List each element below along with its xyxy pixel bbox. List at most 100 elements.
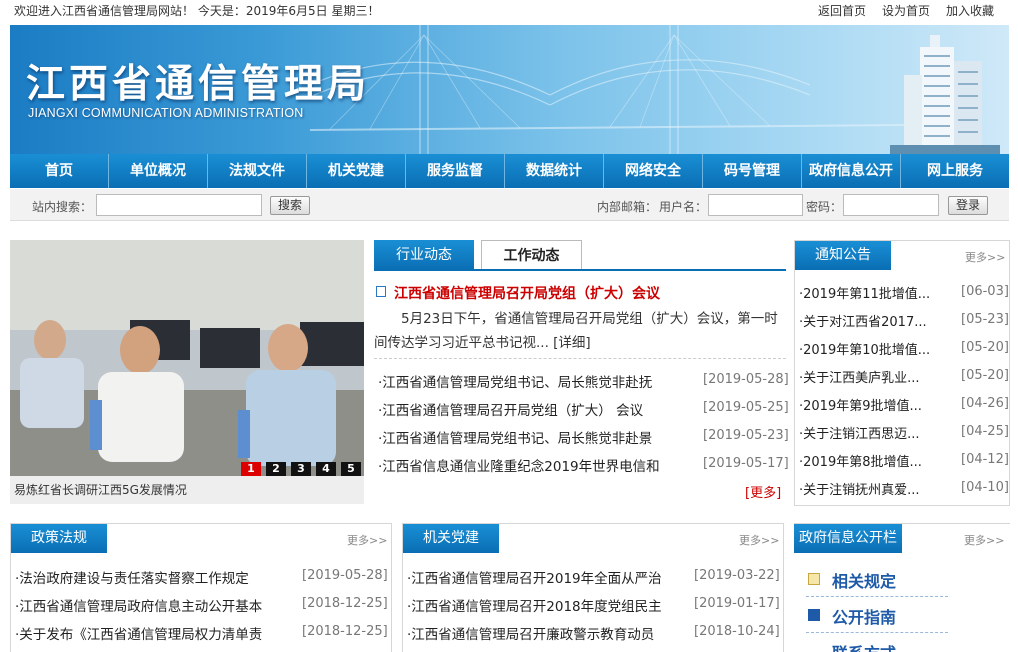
slide-5[interactable]: 5 xyxy=(341,462,361,476)
top-bar: 欢迎进入江西省通信管理局网站！ 今天是：2019年6月5日 星期三！ 返回首页 … xyxy=(0,0,1018,22)
login-button[interactable]: 登录 xyxy=(948,196,988,215)
slide-2[interactable]: 2 xyxy=(266,462,286,476)
news-more-link[interactable]: [更多] xyxy=(745,482,781,501)
tab-underline xyxy=(374,269,786,271)
notice-date: [05-20] xyxy=(961,340,1009,355)
gov-item-contact[interactable]: 联系方式 xyxy=(832,640,896,652)
party-item[interactable]: ·江西省通信管理局召开廉政警示教育动员 xyxy=(407,623,654,643)
policy-item[interactable]: ·法治政府建设与责任落实督察工作规定 xyxy=(15,567,249,587)
notice-item[interactable]: ·2019年第9批增值... xyxy=(799,395,922,414)
notice-item[interactable]: ·关于注销抚州真爱... xyxy=(799,479,920,498)
policy-item[interactable]: ·关于发布《江西省通信管理局权力清单责 xyxy=(15,623,262,643)
headline-summary[interactable]: 5月23日下午，省通信管理局召开局党组（扩大）会议，第一时间传达学习习近平总书记… xyxy=(374,307,784,355)
divider xyxy=(806,632,948,633)
nav-gov-info[interactable]: 政府信息公开 xyxy=(802,154,901,188)
book-icon xyxy=(808,609,820,621)
password-input[interactable] xyxy=(843,194,939,216)
notice-date: [06-03] xyxy=(961,284,1009,299)
photo-caption[interactable]: 易炼红省长调研江西5G发展情况 xyxy=(10,476,364,504)
search-button[interactable]: 搜索 xyxy=(270,196,310,215)
gov-item-guide[interactable]: 公开指南 xyxy=(832,604,896,628)
set-homepage-link[interactable]: 设为首页 xyxy=(882,2,930,19)
slide-3[interactable]: 3 xyxy=(291,462,311,476)
notice-item[interactable]: ·关于对江西省2017... xyxy=(799,311,927,330)
building-graphic xyxy=(890,35,1000,154)
nav-regulations[interactable]: 法规文件 xyxy=(208,154,307,188)
divider xyxy=(374,358,786,359)
tab-industry-news[interactable]: 行业动态 xyxy=(374,240,474,270)
news-date: [2019-05-17] xyxy=(703,456,789,471)
bridge-graphic xyxy=(310,25,910,154)
policy-date: [2018-12-25] xyxy=(302,596,388,611)
policy-date: [2018-12-25] xyxy=(302,624,388,639)
notice-date: [04-25] xyxy=(961,424,1009,439)
policy-more-link[interactable]: 更多>> xyxy=(347,532,387,548)
news-date: [2019-05-23] xyxy=(703,428,789,443)
policy-item[interactable]: ·江西省通信管理局政府信息主动公开基本 xyxy=(15,595,262,615)
banner: 江西省通信管理局 JIANGXI COMMUNICATION ADMINISTR… xyxy=(10,25,1009,154)
nav-online-service[interactable]: 网上服务 xyxy=(901,154,1009,188)
gov-info-more-link[interactable]: 更多>> xyxy=(964,532,1004,548)
party-date: [2019-01-17] xyxy=(694,596,780,611)
slide-1[interactable]: 1 xyxy=(241,462,261,476)
nav-statistics[interactable]: 数据统计 xyxy=(505,154,604,188)
site-search-label: 站内搜索： xyxy=(32,200,93,214)
party-title: 机关党建 xyxy=(403,524,499,553)
gov-item-regulations[interactable]: 相关规定 xyxy=(832,568,896,592)
notice-date: [04-10] xyxy=(961,480,1009,495)
notice-item[interactable]: ·关于江西美庐乳业... xyxy=(799,367,920,386)
gov-info-title: 政府信息公开栏 xyxy=(794,524,902,553)
news-item[interactable]: ·江西省通信管理局党组书记、局长熊觉非赴景 xyxy=(378,427,652,447)
home-link[interactable]: 返回首页 xyxy=(818,2,866,19)
headline-link[interactable]: 江西省通信管理局召开局党组（扩大）会议 xyxy=(394,283,660,303)
site-search-input[interactable] xyxy=(96,194,262,216)
party-date: [2019-03-22] xyxy=(694,568,780,583)
notice-date: [05-20] xyxy=(961,368,1009,383)
news-item[interactable]: ·江西省信息通信业隆重纪念2019年世界电信和 xyxy=(378,455,660,475)
banner-subtitle: JIANGXI COMMUNICATION ADMINISTRATION xyxy=(28,106,304,120)
news-photo[interactable] xyxy=(10,240,364,476)
search-bar: 站内搜索： 搜索 内部邮箱： 用户名： 密码： 登录 xyxy=(10,189,1009,221)
document-icon xyxy=(376,286,386,297)
notice-item[interactable]: ·2019年第8批增值... xyxy=(799,451,922,470)
username-label: 用户名： xyxy=(659,200,708,214)
welcome-text: 欢迎进入江西省通信管理局网站！ 今天是：2019年6月5日 星期三！ xyxy=(14,4,380,18)
notice-item[interactable]: ·2019年第11批增值... xyxy=(799,283,930,302)
meeting-photo xyxy=(10,240,364,476)
news-date: [2019-05-25] xyxy=(703,400,789,415)
notice-title: 通知公告 xyxy=(795,241,891,270)
tab-work-news[interactable]: 工作动态 xyxy=(481,240,582,271)
party-item[interactable]: ·江西省通信管理局召开2019年全面从严治 xyxy=(407,567,662,587)
policy-box: 政策法规 更多>> ·法治政府建设与责任落实督察工作规定 [2019-05-28… xyxy=(10,523,392,652)
nav-number-management[interactable]: 码号管理 xyxy=(703,154,802,188)
news-item[interactable]: ·江西省通信管理局召开局党组（扩大） 会议 xyxy=(378,399,643,419)
notice-date: [04-26] xyxy=(961,396,1009,411)
nav-about[interactable]: 单位概况 xyxy=(109,154,208,188)
add-favorite-link[interactable]: 加入收藏 xyxy=(946,2,994,19)
nav-network-security[interactable]: 网络安全 xyxy=(604,154,703,188)
party-item[interactable]: ·江西省通信管理局召开2018年度党组民主 xyxy=(407,595,662,615)
nav-service-supervision[interactable]: 服务监督 xyxy=(406,154,505,188)
party-date: [2018-10-24] xyxy=(694,624,780,639)
nav-home[interactable]: 首页 xyxy=(10,154,109,188)
party-box: 机关党建 更多>> ·江西省通信管理局召开2019年全面从严治 [2019-03… xyxy=(402,523,784,652)
gov-info-box: 政府信息公开栏 更多>> 相关规定 公开指南 联系方式 xyxy=(794,523,1010,652)
divider xyxy=(806,596,948,597)
party-more-link[interactable]: 更多>> xyxy=(739,532,779,548)
password-label: 密码： xyxy=(806,200,843,214)
username-input[interactable] xyxy=(708,194,803,216)
pencil-icon xyxy=(808,573,820,585)
notice-date: [05-23] xyxy=(961,312,1009,327)
policy-title: 政策法规 xyxy=(11,524,107,553)
mail-label: 内部邮箱： xyxy=(597,200,658,214)
notice-item[interactable]: ·2019年第10批增值... xyxy=(799,339,930,358)
notice-date: [04-12] xyxy=(961,452,1009,467)
news-date: [2019-05-28] xyxy=(703,372,789,387)
slide-4[interactable]: 4 xyxy=(316,462,336,476)
news-item[interactable]: ·江西省通信管理局党组书记、局长熊觉非赴抚 xyxy=(378,371,652,391)
notice-item[interactable]: ·关于注销江西思迈... xyxy=(799,423,920,442)
nav-party[interactable]: 机关党建 xyxy=(307,154,406,188)
banner-title: 江西省通信管理局 xyxy=(26,61,371,107)
main-nav: 首页 单位概况 法规文件 机关党建 服务监督 数据统计 网络安全 码号管理 政府… xyxy=(10,154,1009,188)
notice-more-link[interactable]: 更多>> xyxy=(965,249,1005,265)
